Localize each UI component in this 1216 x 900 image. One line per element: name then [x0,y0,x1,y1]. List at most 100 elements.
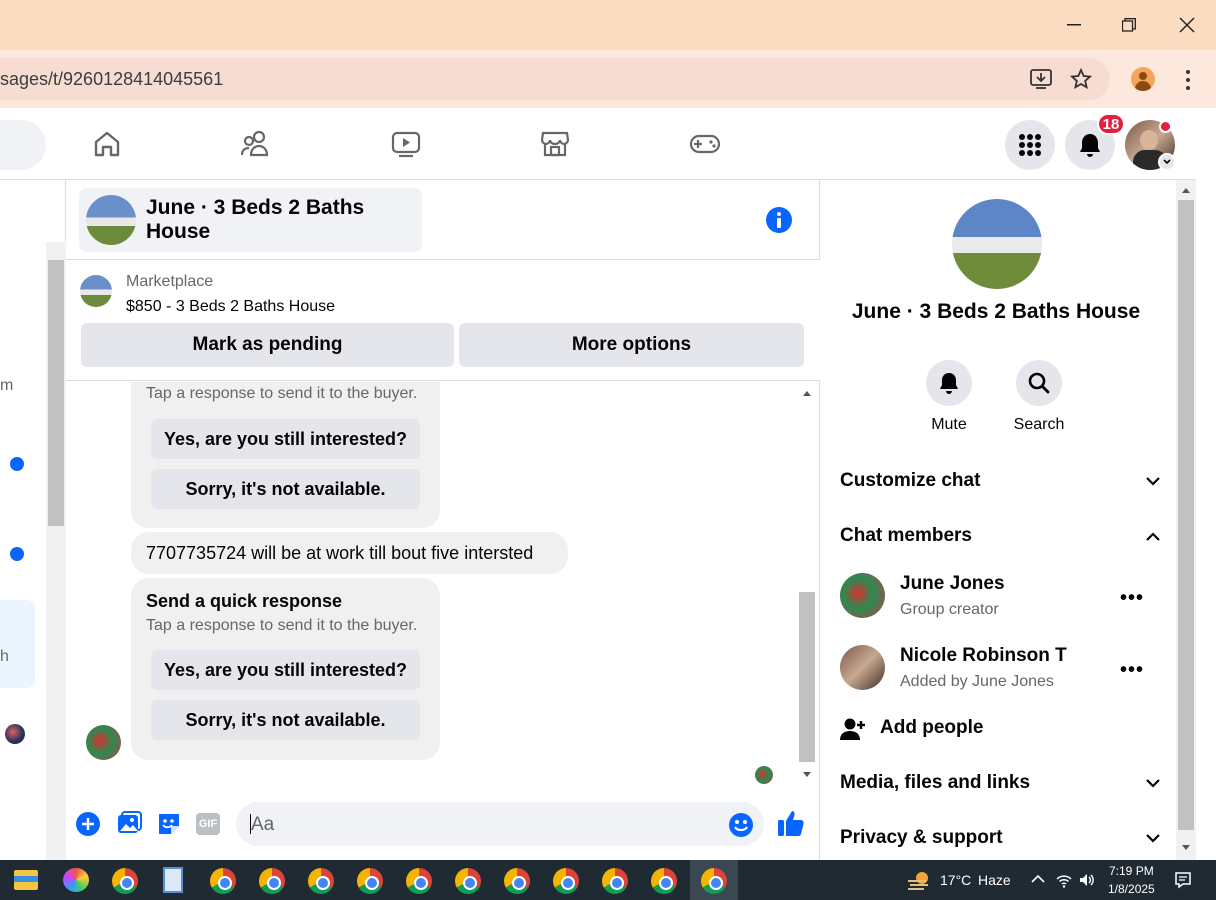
chrome-icon[interactable] [357,868,383,894]
message-bubble: 7707735724 will be at work till bout fiv… [131,532,568,574]
chrome-icon[interactable] [308,868,334,894]
unread-dot [10,457,24,471]
chat-list-item-selected[interactable]: h [0,600,35,688]
sender-avatar[interactable] [86,725,121,760]
weather-description[interactable]: Haze [978,872,1011,888]
composer: GIF Aa [66,800,820,860]
browser-menu-icon[interactable] [1184,69,1192,91]
scroll-up-icon[interactable] [802,389,812,397]
still-interested-button[interactable]: Yes, are you still interested? [151,419,420,459]
plus-circle-icon[interactable] [75,811,101,837]
file-explorer-icon[interactable] [14,870,38,890]
mute-label: Mute [931,416,967,433]
facebook-search[interactable] [0,120,46,170]
menu-button[interactable] [1005,120,1055,170]
notification-center-icon[interactable] [1174,871,1192,889]
online-dot [1159,120,1172,133]
chrome-icon[interactable] [112,868,138,894]
chat-list: m h [0,180,66,860]
chat-list-scrollbar[interactable] [46,242,66,860]
message-input-placeholder: Aa [251,814,275,835]
restore-button[interactable] [1114,10,1144,40]
paint-icon[interactable] [63,868,89,892]
marketplace-label: Marketplace [126,273,214,290]
search-in-chat-button[interactable]: Search [1014,360,1064,435]
scroll-down-icon[interactable] [802,771,812,779]
member-avatar [840,573,885,618]
mute-button[interactable]: Mute [926,360,972,435]
listing-thumbnail[interactable] [80,275,112,307]
quick-response-bubble: Tap a response to send it to the buyer. … [131,382,440,528]
member-options-icon[interactable]: ••• [1120,659,1144,682]
chrome-icon[interactable] [651,868,677,894]
photo-icon[interactable] [116,811,142,837]
chat-members-label: Chat members [840,525,972,546]
chrome-icon[interactable] [210,868,236,894]
minimize-button[interactable] [1059,10,1089,40]
chrome-icon[interactable] [406,868,432,894]
close-window-button[interactable] [1172,10,1202,40]
mark-as-pending-button[interactable]: Mark as pending [81,323,454,367]
member-row[interactable]: Nicole Robinson T Added by June Jones ••… [840,645,1160,695]
volume-icon[interactable] [1078,871,1096,889]
chrome-icon[interactable] [259,868,285,894]
home-nav-button[interactable] [89,126,125,162]
message-scrollbar[interactable] [798,385,816,785]
add-people-button[interactable]: Add people [840,715,1160,745]
weather-temp[interactable]: 17°C [940,872,971,888]
sticker-icon[interactable] [156,811,182,837]
not-available-button[interactable]: Sorry, it's not available. [151,469,420,509]
scroll-down-icon[interactable] [1181,844,1191,852]
member-name: Nicole Robinson T [900,645,1067,666]
member-options-icon[interactable]: ••• [1120,587,1144,610]
conversation-header[interactable]: June · 3 Beds 2 Baths House [79,188,422,252]
chrome-icon[interactable] [602,868,628,894]
chevron-up-icon[interactable] [1031,874,1045,884]
friends-nav-button[interactable] [238,126,274,162]
bell-icon [940,373,958,394]
privacy-support-section[interactable]: Privacy & support [840,827,1160,849]
media-files-label: Media, files and links [840,772,1031,793]
details-avatar [952,199,1042,289]
weather-haze-icon[interactable] [906,869,932,891]
notepad-icon[interactable] [163,867,183,893]
chat-preview-fragment: m [0,377,14,394]
scroll-up-icon[interactable] [1181,186,1191,194]
clock-time[interactable]: 7:19 PM [1109,864,1154,878]
not-available-button[interactable]: Sorry, it's not available. [151,700,420,740]
more-options-button[interactable]: More options [459,323,804,367]
conversation-info-button[interactable] [766,207,792,233]
page-scrollbar[interactable] [1176,180,1196,860]
listing-title[interactable]: $850 - 3 Beds 2 Baths House [126,298,335,316]
address-bar[interactable]: sages/t/9260128414045561 [0,58,1110,100]
emoji-icon[interactable] [728,812,754,838]
message-input[interactable]: Aa [236,802,764,846]
watch-nav-button[interactable] [388,126,424,162]
marketplace-banner: Marketplace $850 - 3 Beds 2 Baths House … [66,259,820,381]
marketplace-nav-button[interactable] [537,126,573,162]
install-app-icon[interactable] [1030,68,1052,90]
chrome-icon[interactable] [455,868,481,894]
quick-response-bubble: Send a quick response Tap a response to … [131,578,440,760]
gaming-nav-button[interactable] [687,126,723,162]
wifi-icon[interactable] [1055,871,1073,889]
chat-members-section[interactable]: Chat members [840,525,1160,547]
profile-icon[interactable] [1131,67,1155,91]
member-row[interactable]: June Jones Group creator ••• [840,573,1160,623]
customize-chat-section[interactable]: Customize chat [840,470,1160,492]
chrome-icon[interactable] [553,868,579,894]
minimize-icon [1067,24,1081,26]
chrome-icon[interactable] [701,868,727,894]
bookmark-star-icon[interactable] [1070,68,1092,90]
chevron-up-icon [1146,531,1160,541]
quick-response-hint: Tap a response to send it to the buyer. [146,617,418,634]
thumbs-up-icon[interactable] [776,808,806,838]
account-chevron-icon[interactable] [1158,153,1176,171]
media-files-section[interactable]: Media, files and links [840,772,1160,794]
chat-avatar[interactable] [5,724,25,744]
quick-response-title: Send a quick response [146,591,343,611]
clock-date[interactable]: 1/8/2025 [1108,882,1155,896]
gif-icon[interactable]: GIF [196,813,220,835]
still-interested-button[interactable]: Yes, are you still interested? [151,650,420,690]
chrome-icon[interactable] [504,868,530,894]
